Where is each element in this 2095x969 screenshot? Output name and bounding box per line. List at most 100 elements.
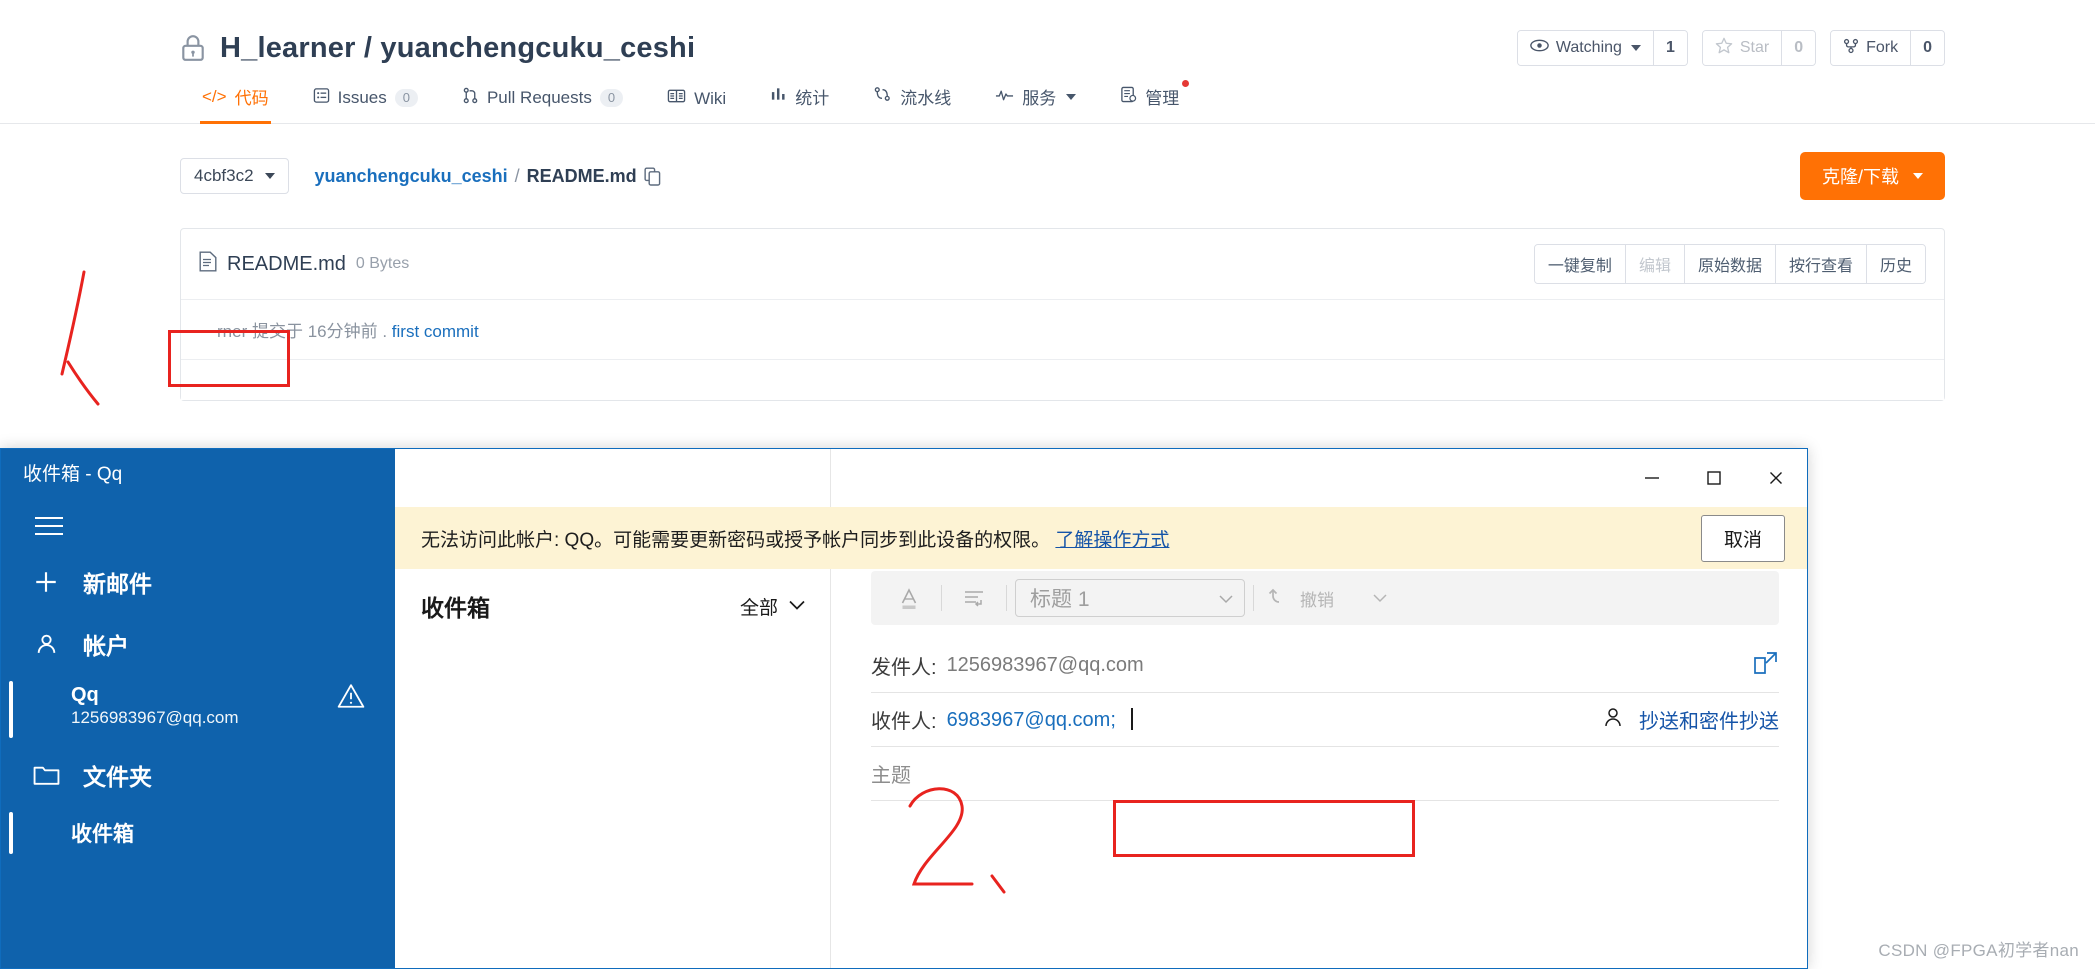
tab-pipeline[interactable]: 流水线	[851, 84, 973, 123]
pipeline-icon	[873, 86, 892, 107]
notification-dot	[1182, 80, 1190, 87]
commit-selector[interactable]: 4cbf3c2	[180, 158, 289, 194]
history-button[interactable]: 历史	[1865, 245, 1925, 283]
to-input[interactable]: 6983967@qq.com;	[946, 707, 1591, 732]
branch-breadcrumb-row: 4cbf3c2 yuanchengcuku_ceshi / README.md …	[0, 124, 2095, 200]
sidebar-item-accounts[interactable]: 帐户	[1, 613, 395, 675]
tab-pull-requests[interactable]: Pull Requests 0	[440, 87, 645, 123]
sidebar-account-qq[interactable]: Qq 1256983967@qq.com	[1, 675, 395, 744]
sidebar-item-folders[interactable]: 文件夹	[1, 744, 395, 806]
manage-icon	[1120, 86, 1137, 108]
tab-wiki[interactable]: Wiki	[645, 88, 748, 123]
breadcrumb: yuanchengcuku_ceshi / README.md	[315, 166, 661, 187]
chevron-down-icon	[1372, 588, 1388, 608]
commit-message-link[interactable]: first commit	[392, 322, 479, 341]
tab-manage[interactable]: 管理	[1098, 80, 1201, 123]
selection-indicator	[9, 681, 13, 738]
file-content-body	[181, 360, 1944, 400]
sidebar-accounts-label: 帐户	[83, 633, 129, 659]
sidebar-folders-label: 文件夹	[83, 764, 152, 790]
subject-input[interactable]: 主题	[871, 759, 1779, 788]
close-button[interactable]	[1745, 449, 1807, 507]
format-ribbon: 标题 1 撤销	[871, 571, 1779, 625]
file-card-header: README.md 0 Bytes 一键复制 编辑 原始数据 按行查看 历史	[181, 229, 1944, 300]
warning-icon[interactable]	[337, 683, 365, 714]
fork-button-group[interactable]: Fork 0	[1830, 30, 1945, 66]
to-value: 6983967@qq.com;	[946, 708, 1116, 731]
repo-title-row: H_learner / yuanchengcuku_ceshi Watching	[0, 30, 2095, 66]
paragraph-icon[interactable]	[950, 578, 998, 618]
ribbon-divider	[1006, 585, 1007, 611]
branch-left: 4cbf3c2 yuanchengcuku_ceshi / README.md	[180, 158, 661, 194]
list-header-row: 收件箱 全部	[395, 563, 830, 623]
fork-icon	[1843, 38, 1859, 59]
tab-code-label: 代码	[234, 89, 269, 108]
breadcrumb-repo-link[interactable]: yuanchengcuku_ceshi	[315, 166, 508, 187]
pull-request-icon	[462, 87, 479, 109]
watch-button-group[interactable]: Watching 1	[1516, 30, 1688, 66]
file-name-wrap: README.md 0 Bytes	[199, 251, 409, 278]
watch-label: Watching	[1555, 39, 1622, 56]
sidebar-folder-inbox[interactable]: 收件箱	[1, 806, 395, 860]
sidebar-item-new-mail[interactable]: 新邮件	[1, 551, 395, 613]
subject-field-row[interactable]: 主题	[871, 747, 1779, 801]
tab-statistics[interactable]: 统计	[748, 84, 851, 123]
service-icon	[995, 87, 1014, 107]
popout-icon	[1753, 651, 1779, 680]
chevron-down-icon	[1066, 93, 1077, 100]
person-icon	[31, 632, 61, 657]
copy-all-button[interactable]: 一键复制	[1534, 245, 1625, 283]
blame-button[interactable]: 按行查看	[1774, 245, 1866, 283]
breadcrumb-current-file: README.md	[526, 165, 637, 186]
code-icon: </>	[202, 86, 227, 106]
tab-wiki-label: Wiki	[694, 88, 727, 108]
compose-body-area[interactable]	[831, 801, 1807, 968]
list-top-spacer	[395, 449, 830, 507]
tab-issues[interactable]: Issues 0	[291, 87, 440, 123]
list-filter-dropdown[interactable]: 全部	[740, 593, 806, 620]
style-select[interactable]: 标题 1	[1015, 579, 1245, 617]
star-button[interactable]: Star	[1702, 31, 1782, 65]
cc-bcc-button[interactable]: 抄送和密件抄送	[1601, 705, 1779, 734]
undo-label: 撤销	[1300, 590, 1334, 610]
banner-learn-more-link[interactable]: 了解操作方式	[1055, 530, 1169, 551]
fork-button[interactable]: Fork	[1831, 31, 1911, 65]
to-label: 收件人:	[871, 711, 937, 733]
font-color-icon[interactable]	[885, 578, 933, 618]
commit-time-text: 提交于 16分钟前 .	[251, 322, 388, 341]
watch-button[interactable]: Watching	[1517, 31, 1653, 65]
tab-issues-badge: 0	[394, 89, 418, 107]
style-select-value: 标题 1	[1030, 588, 1090, 611]
star-button-group[interactable]: Star 0	[1701, 30, 1817, 66]
tab-code[interactable]: </> 代码	[180, 84, 291, 124]
tab-service[interactable]: 服务	[973, 84, 1098, 123]
maximize-button[interactable]	[1683, 449, 1745, 507]
banner-message: 无法访问此帐户: QQ。可能需要更新密码或授予帐户同步到此设备的权限。	[421, 529, 1051, 551]
star-label: Star	[1739, 39, 1770, 56]
tab-pull-requests-label: Pull Requests	[486, 88, 592, 107]
banner-cancel-button[interactable]: 取消	[1700, 514, 1785, 562]
hamburger-menu-icon[interactable]	[1, 495, 395, 551]
popout-button[interactable]	[1753, 651, 1779, 680]
minimize-button[interactable]	[1621, 449, 1683, 507]
fork-count: 0	[1910, 31, 1944, 65]
wiki-icon	[667, 88, 686, 109]
commit-info-row: rner 提交于 16分钟前 . first commit	[181, 300, 1944, 360]
sidebar-new-mail-label: 新邮件	[83, 571, 152, 597]
tab-manage-label: 管理	[1145, 89, 1180, 108]
message-list	[395, 623, 830, 968]
repo-actions: Watching 1 Star 0 Fork 0	[1516, 30, 1945, 66]
repo-tab-bar: </> 代码 Issues 0 Pull Requests 0 Wiki 统计 …	[0, 66, 2095, 124]
clone-download-button[interactable]: 克隆/下载	[1799, 152, 1945, 200]
star-count: 0	[1781, 31, 1816, 65]
from-value: 1256983967@qq.com	[946, 654, 1144, 676]
to-field-row[interactable]: 收件人: 6983967@qq.com; 抄送和密件抄送	[871, 693, 1779, 747]
raw-data-button[interactable]: 原始数据	[1683, 245, 1775, 283]
banner-text-wrap: 无法访问此帐户: QQ。可能需要更新密码或授予帐户同步到此设备的权限。 了解操作…	[421, 525, 1169, 552]
chevron-down-icon	[1218, 586, 1234, 610]
commit-hash-label: 4cbf3c2	[194, 166, 254, 185]
list-filter-label: 全部	[739, 597, 778, 619]
copy-path-icon[interactable]	[644, 166, 661, 186]
page-title: H_learner / yuanchengcuku_ceshi	[220, 31, 696, 64]
from-field-row: 发件人: 1256983967@qq.com	[871, 639, 1779, 693]
